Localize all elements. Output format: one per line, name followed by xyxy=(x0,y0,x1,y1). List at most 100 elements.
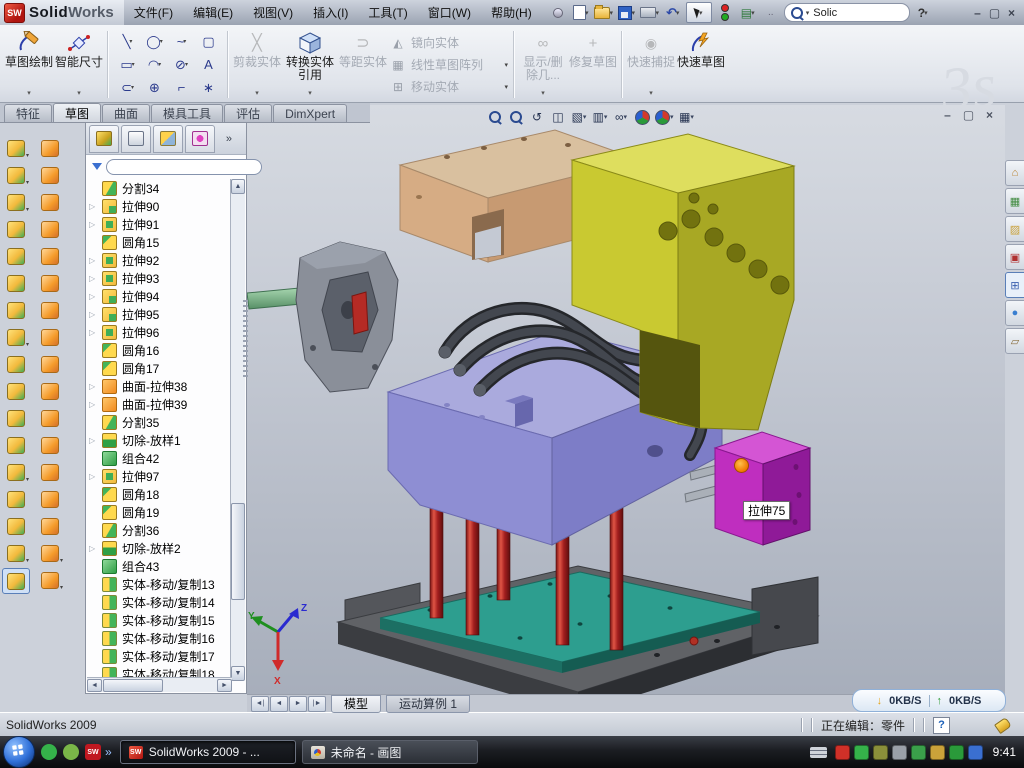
design-library-tab[interactable]: ▦ xyxy=(1005,188,1024,214)
tree-item[interactable]: ▷曲面-拉伸39 xyxy=(86,395,230,413)
commandmanager-tab[interactable]: 模具工具 xyxy=(151,104,223,122)
tree-item[interactable]: 实体-移动/复制13 xyxy=(86,575,230,593)
tree-item[interactable]: 圆角15 xyxy=(86,233,230,251)
tree-horizontal-scrollbar[interactable]: ◄ ► xyxy=(87,677,232,692)
sync-icon[interactable] xyxy=(911,745,926,760)
dropdown-arrow-icon[interactable]: ▾ xyxy=(160,38,163,45)
planar-surface-icon[interactable] xyxy=(37,271,63,295)
commandmanager-tab[interactable]: 草图 xyxy=(53,103,101,122)
tree-item[interactable]: ▷拉伸97 xyxy=(86,467,230,485)
save-button[interactable]: ▾ xyxy=(617,4,637,22)
dropdown-arrow-icon[interactable]: ▾ xyxy=(670,113,674,121)
dropdown-arrow-icon[interactable]: ▾ xyxy=(690,113,694,121)
tree-item[interactable]: 分割34 xyxy=(86,179,230,197)
rib-icon[interactable] xyxy=(3,352,29,376)
dropdown-arrow-icon[interactable]: ▾ xyxy=(132,61,135,68)
scroll-up-button[interactable]: ▲ xyxy=(231,179,245,194)
menu-item[interactable]: 视图(V) xyxy=(243,0,303,25)
smart-dimension-button[interactable]: 智能尺寸 ▾ xyxy=(54,27,104,102)
hide-show-items-icon[interactable]: ∞▾ xyxy=(613,109,629,126)
sketch-button[interactable]: 草图绘制 ▾ xyxy=(4,27,54,102)
search-key-icon[interactable] xyxy=(873,745,888,760)
doc-close-button[interactable]: × xyxy=(982,108,997,122)
scroll-down-button[interactable]: ▼ xyxy=(231,666,245,681)
scroll-right-button[interactable]: ► xyxy=(217,679,232,692)
expand-arrow-icon[interactable]: ▷ xyxy=(89,202,95,211)
security-shield-icon[interactable] xyxy=(854,745,869,760)
doc-minimize-button[interactable]: – xyxy=(940,108,955,122)
new-document-button[interactable]: ▾ xyxy=(571,4,591,22)
tree-item[interactable]: ▷拉伸94 xyxy=(86,287,230,305)
filled-surface-icon[interactable] xyxy=(37,325,63,349)
tree-item[interactable]: ▷拉伸95 xyxy=(86,305,230,323)
fillet-icon[interactable]: ▾ xyxy=(3,190,29,214)
convert-entities-button[interactable]: 转换实体引用▾ xyxy=(282,27,338,102)
commandmanager-tab[interactable]: DimXpert xyxy=(273,104,347,122)
tag-icon[interactable] xyxy=(994,716,1012,733)
expand-arrow-icon[interactable]: ▷ xyxy=(89,436,95,445)
tree-item[interactable]: 圆角16 xyxy=(86,341,230,359)
network-warning-icon[interactable] xyxy=(930,745,945,760)
extruded-cut-icon[interactable]: ▾ xyxy=(3,163,29,187)
dropdown-arrow-icon[interactable]: ▾ xyxy=(158,61,161,68)
combine-icon[interactable] xyxy=(3,406,29,430)
boundary-surface-icon[interactable] xyxy=(37,190,63,214)
tooling-split-icon[interactable] xyxy=(37,487,63,511)
commandmanager-tab[interactable]: 评估 xyxy=(224,104,272,122)
composite-curve-icon[interactable] xyxy=(3,514,29,538)
untrim-surface-icon[interactable] xyxy=(37,406,63,430)
expand-arrow-icon[interactable]: ▷ xyxy=(89,382,95,391)
tree-item[interactable]: 分割36 xyxy=(86,521,230,539)
expand-arrow-icon[interactable]: ▷ xyxy=(89,220,95,229)
selection-box-icon[interactable]: ▢ xyxy=(195,30,222,53)
rectangle-icon[interactable]: ▭▾ xyxy=(114,53,141,76)
health-shield-icon[interactable] xyxy=(949,745,964,760)
pin-icon[interactable] xyxy=(548,4,568,22)
appearances-scenes-tab[interactable]: ● xyxy=(1005,300,1024,326)
taskbar-clock[interactable]: 9:41 xyxy=(993,745,1016,759)
scroll-thumb[interactable] xyxy=(231,503,245,600)
point-icon[interactable]: ∗ xyxy=(195,76,222,99)
print-button[interactable]: ▾ xyxy=(640,4,660,22)
tree-item[interactable]: 实体-移动/复制15 xyxy=(86,611,230,629)
tree-item[interactable]: ▷拉伸96 xyxy=(86,323,230,341)
select-tool-button[interactable]: ▾ xyxy=(686,2,712,23)
previous-view-icon[interactable]: ↺ xyxy=(529,109,545,126)
chamfer-icon[interactable] xyxy=(3,217,29,241)
open-button[interactable]: ▾ xyxy=(594,4,614,22)
ellipse-icon[interactable]: ⊘▾ xyxy=(168,53,195,76)
menu-item[interactable]: 帮助(H) xyxy=(481,0,542,25)
tree-item[interactable]: 组合42 xyxy=(86,449,230,467)
tree-item[interactable]: ▷曲面-拉伸38 xyxy=(86,377,230,395)
dropdown-arrow-icon[interactable]: ▾ xyxy=(624,113,628,121)
tree-filter-input[interactable] xyxy=(106,159,262,175)
spline-curve-icon[interactable]: ▾ xyxy=(3,541,29,565)
text-icon[interactable]: A xyxy=(195,53,222,76)
sketch-fillet-icon[interactable]: ⌐ xyxy=(168,76,195,99)
lofted-surface-icon[interactable] xyxy=(37,217,63,241)
instant3d-icon[interactable] xyxy=(2,568,30,594)
line-icon[interactable]: ╲▾ xyxy=(114,30,141,53)
tree-vertical-scrollbar[interactable] xyxy=(230,179,245,679)
search-input[interactable]: ▾ Solic xyxy=(784,3,910,22)
configurationmanager-tab[interactable] xyxy=(153,125,183,153)
home-tab[interactable]: ⌂ xyxy=(1005,160,1024,186)
file-explorer-tab[interactable]: ▨ xyxy=(1005,216,1024,242)
tree-item[interactable]: 圆角17 xyxy=(86,359,230,377)
tree-item[interactable]: ▷切除-放样1 xyxy=(86,431,230,449)
view-palette-tab[interactable]: ▣ xyxy=(1005,244,1024,270)
core-icon[interactable] xyxy=(37,514,63,538)
menu-item[interactable]: 文件(F) xyxy=(124,0,183,25)
dropdown-arrow-icon[interactable]: ▾ xyxy=(583,113,587,121)
quick-launch-chevron[interactable]: » xyxy=(105,745,112,759)
tab-nav-button[interactable]: ◄ xyxy=(270,696,288,712)
expand-arrow-icon[interactable]: ▷ xyxy=(89,310,95,319)
tab-nav-button[interactable]: ► xyxy=(289,696,307,712)
offset-surface-icon[interactable] xyxy=(37,298,63,322)
help-button[interactable]: ?▾ xyxy=(913,4,933,22)
polygon-icon[interactable]: ⊕ xyxy=(141,76,168,99)
tree-item[interactable]: ▷拉伸91 xyxy=(86,215,230,233)
status-help-button[interactable]: ? xyxy=(933,717,950,734)
dropdown-arrow-icon[interactable]: ▾ xyxy=(604,113,608,121)
dropdown-arrow-icon[interactable]: ▾ xyxy=(129,38,132,45)
